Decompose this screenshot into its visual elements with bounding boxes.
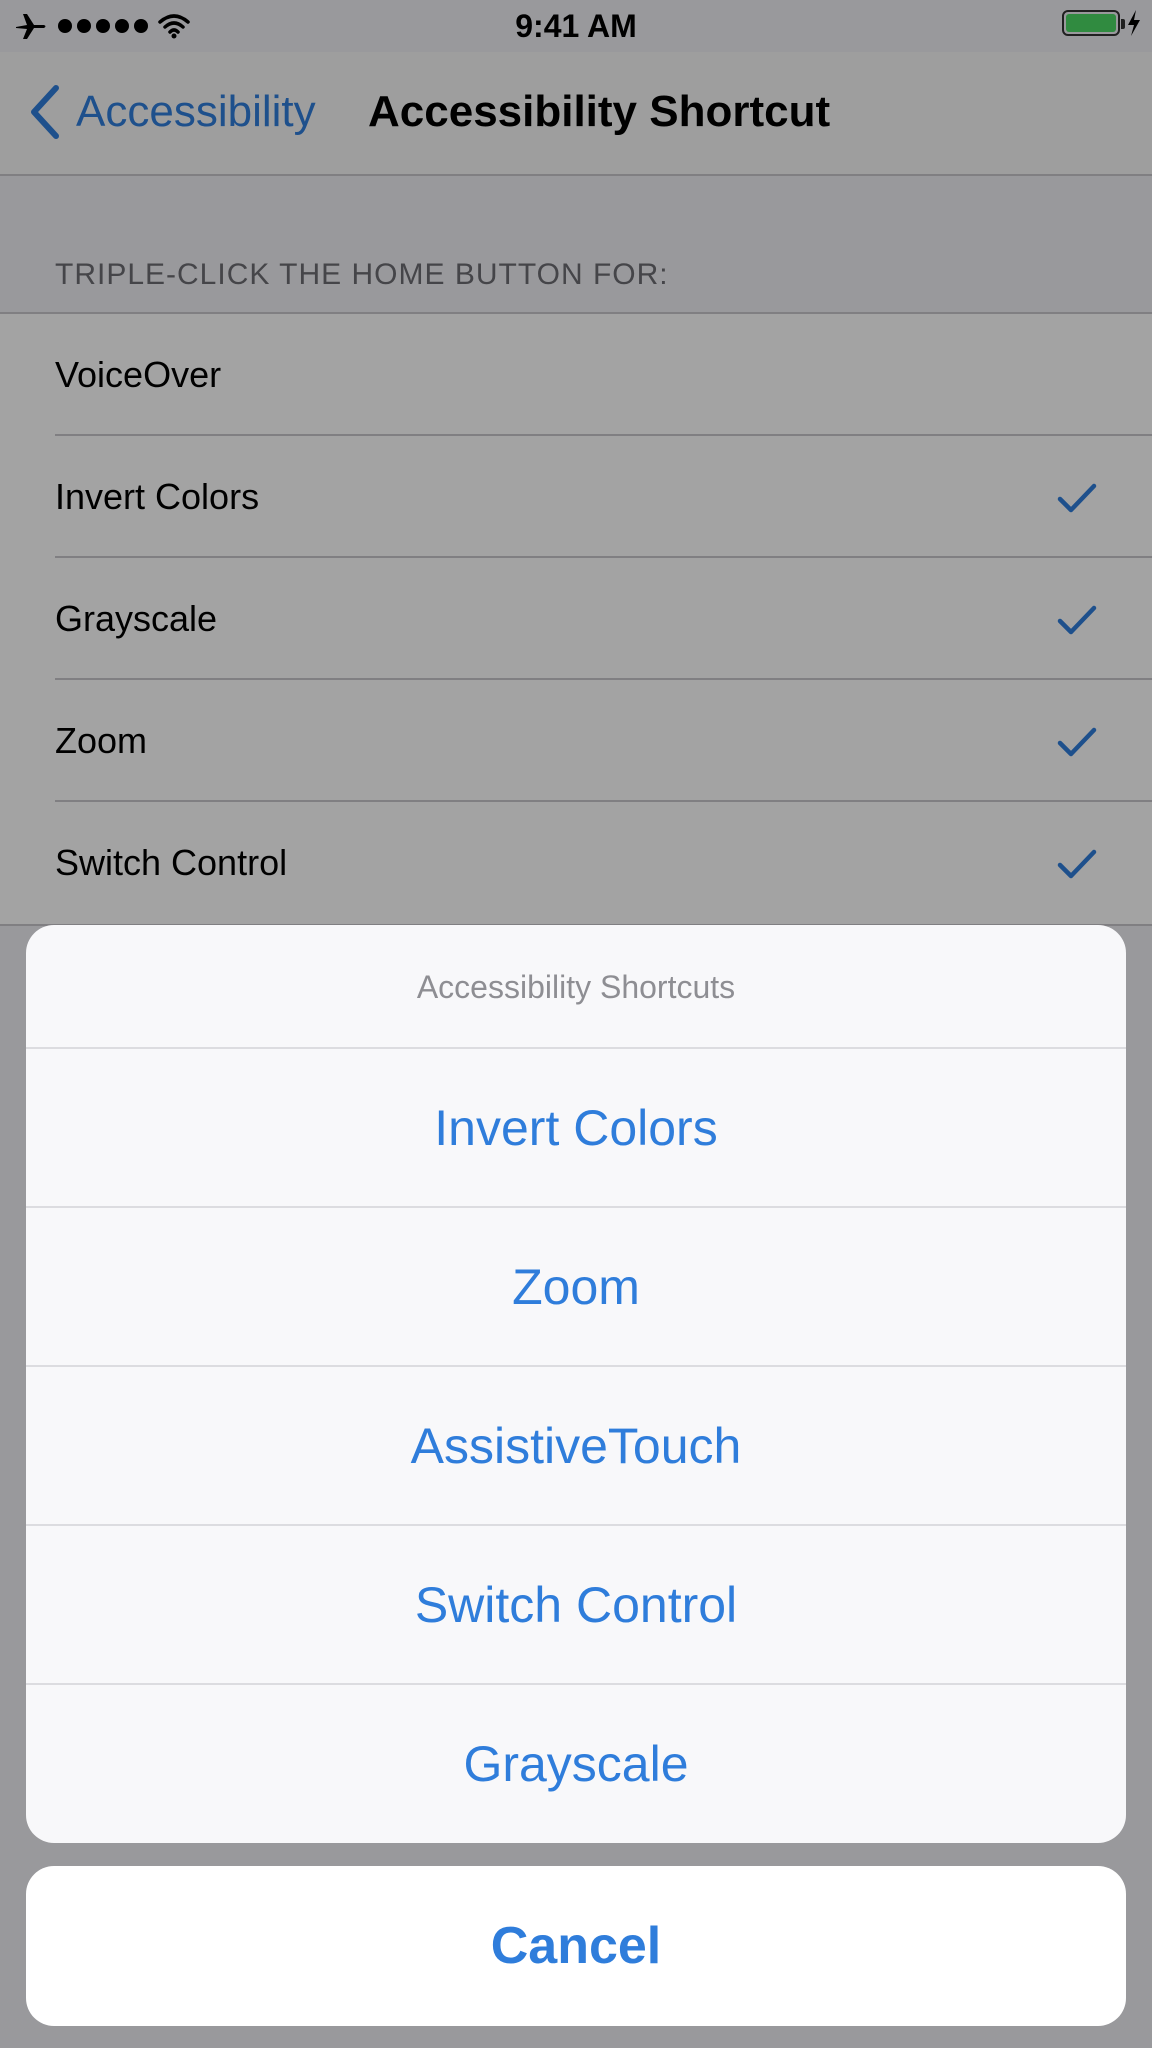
- action-sheet: Accessibility Shortcuts Invert Colors Zo…: [26, 925, 1126, 1843]
- action-assistivetouch[interactable]: AssistiveTouch: [26, 1367, 1126, 1526]
- screen: 9:41 AM Accessibility Accessibility Shor…: [0, 0, 1152, 2048]
- action-sheet-title: Accessibility Shortcuts: [26, 925, 1126, 1049]
- action-invert-colors[interactable]: Invert Colors: [26, 1049, 1126, 1208]
- cancel-button[interactable]: Cancel: [26, 1866, 1126, 2026]
- action-grayscale[interactable]: Grayscale: [26, 1685, 1126, 1843]
- action-switch-control[interactable]: Switch Control: [26, 1526, 1126, 1685]
- action-zoom[interactable]: Zoom: [26, 1208, 1126, 1367]
